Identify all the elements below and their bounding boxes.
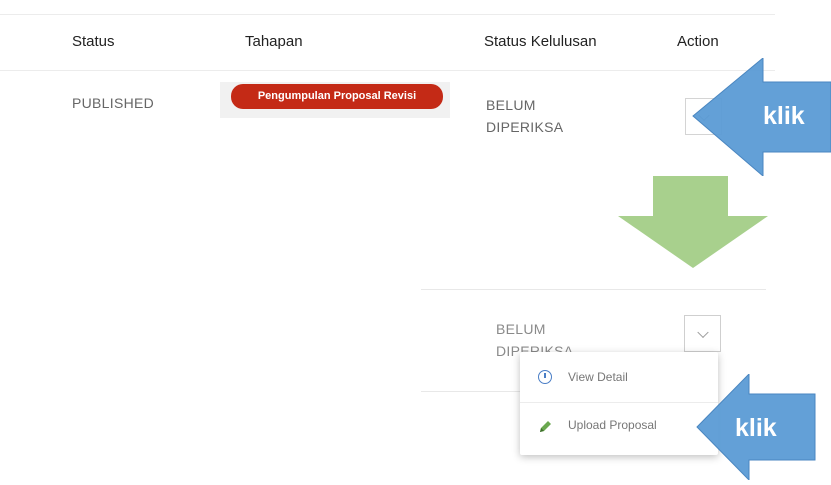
status-kelulusan-line1: BELUM: [486, 97, 536, 113]
data-table: Status Tahapan Status Kelulusan Action: [0, 0, 780, 140]
menu-divider: [520, 402, 718, 403]
zoomed-row-top-border: [421, 289, 766, 290]
menu-item-upload-proposal[interactable]: Upload Proposal: [520, 404, 718, 448]
menu-item-upload-proposal-label: Upload Proposal: [568, 418, 657, 432]
pencil-icon: [540, 421, 551, 432]
column-header-tahapan: Tahapan: [245, 33, 303, 50]
tahapan-badge: Pengumpulan Proposal Revisi: [231, 84, 443, 109]
arrow-down-icon: [618, 176, 768, 268]
callout-label-1: klik: [763, 102, 805, 130]
column-header-action: Action: [677, 33, 719, 50]
menu-item-view-detail[interactable]: View Detail: [520, 356, 718, 400]
arrow-left-icon: [692, 56, 831, 178]
zoomed-row-bottom-border: [421, 391, 521, 392]
status-kelulusan-cell: BELUM DIPERIKSA: [486, 94, 563, 138]
menu-item-view-detail-label: View Detail: [568, 370, 628, 384]
zoomed-status-kelulusan-line1: BELUM: [496, 321, 546, 337]
column-header-status-kelulusan: Status Kelulusan: [484, 33, 597, 50]
action-dropdown-menu: View Detail Upload Proposal: [520, 352, 718, 455]
status-kelulusan-line2: DIPERIKSA: [486, 119, 564, 135]
table-header-divider: [0, 70, 775, 71]
chevron-down-icon: [696, 326, 709, 338]
status-cell: PUBLISHED: [72, 95, 155, 111]
callout-arrow-1: klik: [683, 56, 831, 178]
table-top-border: [0, 14, 775, 15]
column-header-status: Status: [72, 33, 115, 50]
callout-arrow-2: klik: [691, 372, 831, 482]
callout-label-2: klik: [735, 414, 777, 442]
flow-arrow: [618, 176, 768, 268]
info-icon: [538, 370, 552, 384]
zoomed-action-dropdown-button[interactable]: [684, 315, 721, 352]
